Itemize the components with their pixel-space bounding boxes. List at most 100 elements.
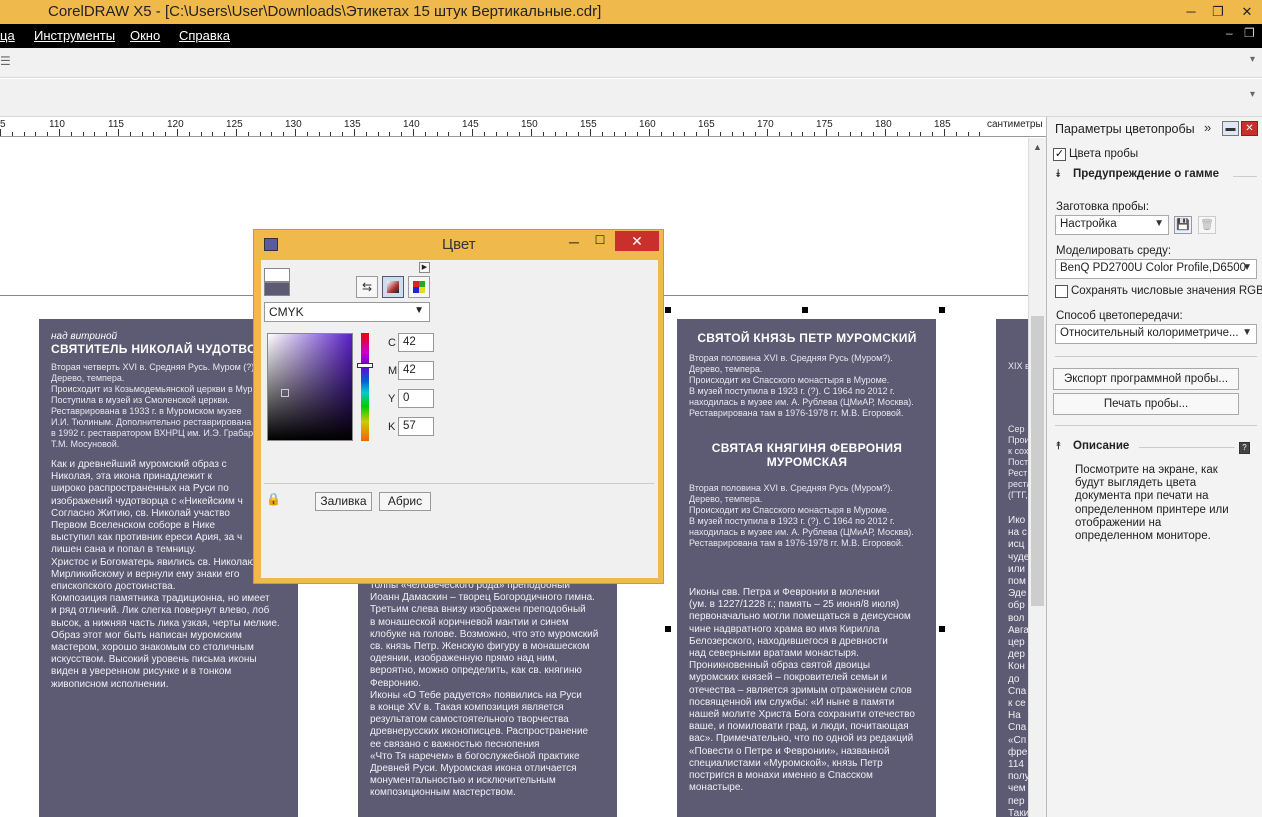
collapse-icon[interactable]: ⯭ (1055, 440, 1062, 453)
lock-icon[interactable]: 🔒 (266, 492, 282, 510)
label-line: чем (1008, 783, 1026, 795)
label-body-line: виден в уверенном рисунке и в тонком (51, 666, 232, 678)
separator (1139, 447, 1235, 448)
dialog-close-button[interactable]: ✕ (615, 231, 659, 251)
description-line: отображении на (1075, 516, 1162, 529)
magenta-input[interactable]: 42 (398, 361, 434, 380)
print-proof-button[interactable]: Печать пробы... (1053, 393, 1239, 415)
preset-select[interactable]: Настройка ▼ (1055, 215, 1169, 235)
color-sliders-icon[interactable]: ⇆ (356, 276, 378, 298)
cyan-label: C (388, 337, 396, 349)
ruler-tick-label: 150 (521, 119, 538, 130)
docker-close-button[interactable]: ✕ (1241, 121, 1258, 136)
color-model-select[interactable]: CMYK ▼ (264, 302, 430, 322)
rendering-select[interactable]: Относительный колориметриче... ▼ (1055, 324, 1257, 344)
description-line: определенном мониторе. (1075, 530, 1211, 543)
selection-handle[interactable] (939, 307, 945, 313)
description-line: документа при печати на (1075, 490, 1209, 503)
toolbar-options-icon[interactable]: ▾ (1250, 54, 1255, 65)
label-card-petr-fevronia[interactable]: СВЯТОЙ КНЯЗЬ ПЕТР МУРОМСКИЙ Вторая полов… (677, 319, 936, 817)
menu-item-window[interactable]: Окно (130, 28, 160, 43)
ruler-tick-label: 155 (580, 119, 597, 130)
label-body-line: Февронию. (370, 677, 421, 689)
scrollbar-thumb[interactable] (1031, 316, 1044, 606)
export-proof-button[interactable]: Экспорт программной пробы... (1053, 368, 1239, 390)
label-meta-line: находилась в музее им. А. Рублева (ЦМиАР… (689, 397, 914, 407)
scroll-up-icon[interactable]: ▲ (1033, 142, 1042, 152)
property-bar: ▾ (0, 79, 1262, 117)
ruler-tick-label: 135 (344, 119, 361, 130)
separator (264, 483, 654, 484)
hue-slider-handle[interactable] (357, 363, 373, 368)
label-body-line: композиционным мастерством. (370, 787, 516, 799)
label-card-partial[interactable]: XIX в Сер Прои к сох Пост Рест реста (ГТ… (996, 319, 1028, 817)
label-body-line: вас». Примечательно, что по одной из ред… (689, 733, 914, 745)
label-line: полу (1008, 771, 1028, 783)
proof-colors-checkbox[interactable]: ✓ (1053, 148, 1066, 161)
toolbar-grip-icon: ☰ (0, 54, 11, 68)
label-body-line: специалистами «Муромской», князь Петр (689, 757, 883, 769)
color-picker-area[interactable] (267, 333, 353, 441)
docker-minimize-button[interactable]: ▬ (1222, 121, 1239, 136)
label-body-line: «Повести о Петре и Февронии», названной (689, 745, 890, 757)
outline-button[interactable]: Абрис (379, 492, 431, 511)
description-title: Описание (1073, 440, 1130, 452)
simulate-select[interactable]: BenQ PD2700U Color Profile,D6500 ▼ (1055, 259, 1257, 279)
maximize-button[interactable]: ❐ (1207, 2, 1229, 22)
fill-button[interactable]: Заливка (315, 492, 372, 511)
hue-slider[interactable] (357, 333, 373, 441)
label-line: Сер (1008, 424, 1025, 434)
label-body-line: высок, а нижняя часть лика узкая, черты … (51, 617, 280, 629)
color-picker-marker[interactable] (281, 389, 289, 397)
black-input[interactable]: 57 (398, 417, 434, 436)
doc-minimize-button[interactable]: ‒ (1226, 26, 1233, 40)
close-button[interactable]: ✕ (1236, 2, 1258, 22)
color-model-value: CMYK (269, 305, 304, 319)
preserve-rgb-checkbox[interactable] (1055, 285, 1068, 298)
dialog-maximize-button[interactable]: ☐ (590, 233, 610, 251)
description-line: Посмотрите на экране, как (1075, 464, 1218, 476)
label-body-line: Белозерского, находившегося в древности (689, 635, 888, 647)
separator (1055, 356, 1257, 357)
save-icon[interactable]: 💾 (1174, 216, 1192, 234)
label-body-line: Первом Вселенском соборе в Нике (51, 520, 216, 532)
label-body-line: Образ этот мог быть написан муромским (51, 629, 242, 641)
label-body-line: мастером, хорошо знакомым со столичным (51, 642, 254, 654)
delete-icon[interactable]: 🗑 (1198, 216, 1216, 234)
doc-restore-button[interactable]: ❐ (1244, 26, 1255, 40)
rendering-label: Способ цветопередачи: (1056, 310, 1183, 322)
flyout-arrow-icon[interactable]: ▶ (419, 262, 430, 273)
label-title: СВЯТОЙ КНЯЗЬ ПЕТР МУРОМСКИЙ (697, 331, 917, 345)
menu-item-table[interactable]: ца (0, 28, 15, 43)
color-viewers-icon[interactable] (382, 276, 404, 298)
label-body-line: Иконы свв. Петра и Февронии в молении (689, 587, 880, 598)
cyan-input[interactable]: 42 (398, 333, 434, 352)
chevron-down-icon: ▼ (414, 305, 424, 316)
label-line: реста (1008, 479, 1028, 489)
color-palettes-icon[interactable] (408, 276, 430, 298)
magenta-label: M (388, 365, 398, 377)
selection-handle[interactable] (939, 626, 945, 632)
collapse-icon[interactable]: ⯯ (1055, 168, 1062, 181)
label-meta-line: Дерево, темпера. (689, 494, 763, 504)
menu-item-help[interactable]: Справка (179, 28, 230, 43)
label-body-line: лишен сана и попал в темницу. (51, 544, 197, 556)
yellow-input[interactable]: 0 (398, 389, 434, 408)
label-line: фре (1008, 746, 1028, 758)
label-meta-line: Реставрирована там в 1976-1978 гг. М.В. … (689, 408, 904, 418)
vertical-scrollbar[interactable]: ▲ (1028, 138, 1046, 817)
minimize-button[interactable]: ─ (1180, 2, 1202, 22)
label-line: «Сп (1008, 734, 1027, 746)
dialog-minimize-button[interactable]: ─ (564, 234, 584, 252)
selection-handle[interactable] (665, 307, 671, 313)
ruler-tick-label: 165 (698, 119, 715, 130)
expand-icon[interactable]: » (1204, 120, 1211, 135)
chevron-down-icon: ▼ (1242, 327, 1252, 338)
help-icon[interactable]: ? (1239, 442, 1250, 454)
label-line: пом (1008, 576, 1026, 588)
selection-handle[interactable] (665, 626, 671, 632)
selection-handle[interactable] (802, 307, 808, 313)
label-body-line: монументальностью и исключительным (370, 775, 556, 787)
menu-item-tools[interactable]: Инструменты (34, 28, 115, 43)
propertybar-options-icon[interactable]: ▾ (1250, 89, 1255, 100)
